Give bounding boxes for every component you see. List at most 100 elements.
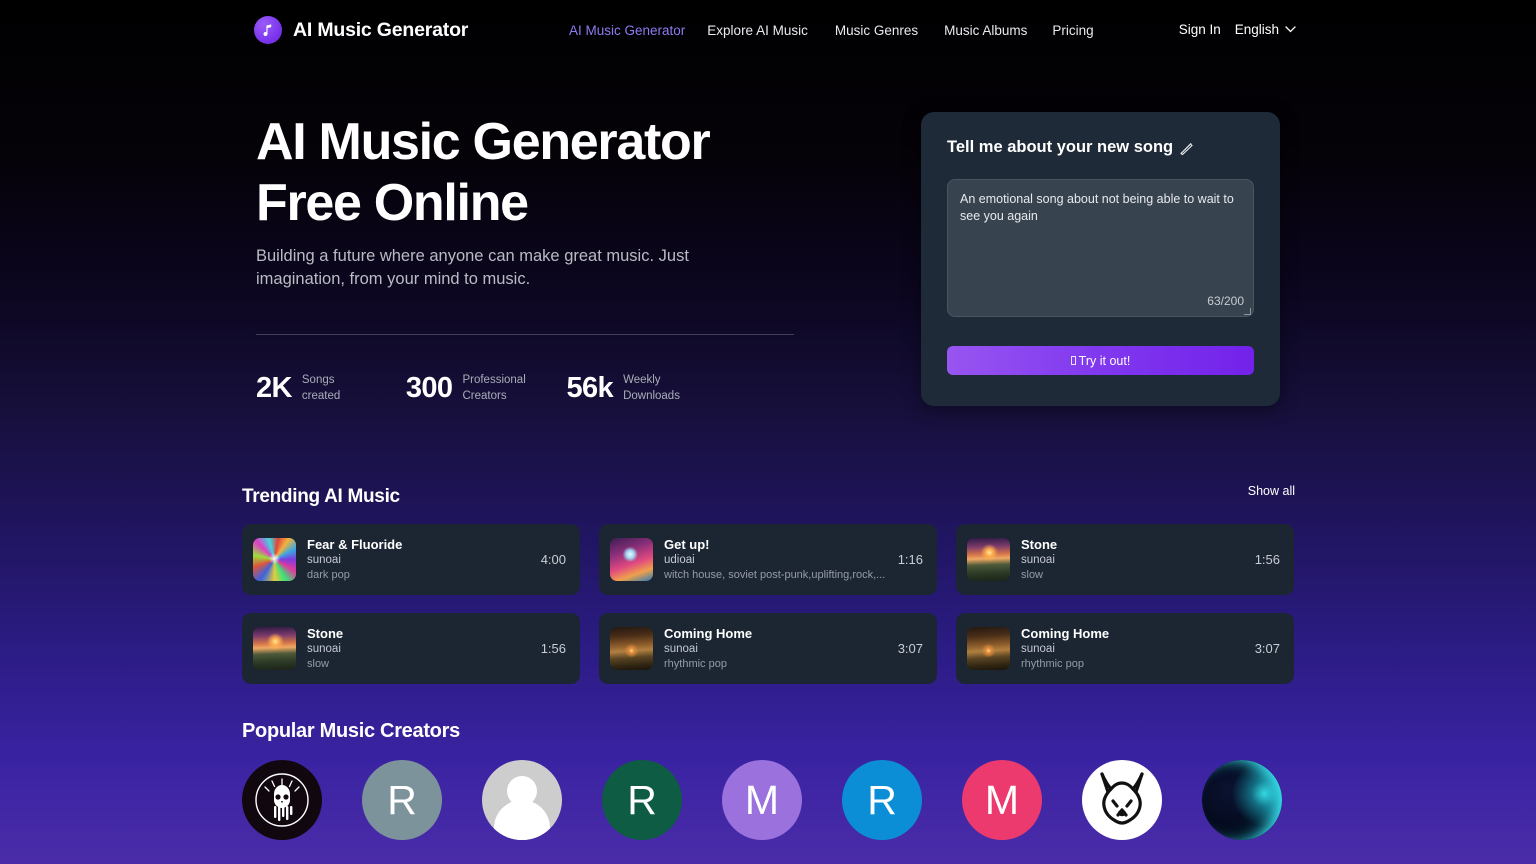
track-artist: udioai	[664, 554, 695, 566]
avatar-letter-r-grey[interactable]: R	[362, 760, 442, 840]
track-artist: sunoai	[1021, 554, 1055, 566]
avatar-initial: M	[984, 776, 1020, 823]
stat-songs-created: 2K Songs created	[256, 372, 376, 404]
stat-value: 56k	[566, 372, 614, 404]
album-art	[253, 627, 296, 670]
hero-title-line-1: AI Music Generator	[256, 113, 711, 171]
track-meta: Get up! udioai witch house, soviet post-…	[664, 536, 888, 583]
track-card[interactable]: Coming Home sunoai rhythmic pop 3:07	[599, 613, 937, 684]
track-duration: 4:00	[540, 552, 566, 567]
crescent-moon-icon	[1202, 760, 1282, 840]
avatar-person-placeholder[interactable]	[482, 760, 562, 840]
person-icon-body	[494, 800, 550, 840]
prompt-card-heading: Tell me about your new song	[947, 138, 1194, 157]
track-artist: sunoai	[307, 643, 341, 655]
page-root: AI Music Generator AI Music Generator Ex…	[0, 0, 1536, 864]
track-meta: Stone sunoai slow	[307, 625, 531, 672]
track-title: Fear & Fluoride	[307, 537, 403, 552]
album-art	[610, 627, 653, 670]
nav-link-music-albums[interactable]: Music Albums	[944, 22, 1027, 39]
hero-subtitle: Building a future where anyone can make …	[256, 247, 689, 288]
brand-name: AI Music Generator	[293, 18, 469, 41]
stat-professional-creators: 300 Professional Creators	[406, 372, 537, 404]
track-meta: Coming Home sunoai rhythmic pop	[664, 625, 888, 672]
track-genre: dark pop	[307, 569, 350, 581]
track-card[interactable]: Stone sunoai slow 1:56	[242, 613, 580, 684]
track-artist: sunoai	[664, 643, 698, 655]
language-label: English	[1234, 22, 1279, 37]
track-duration: 3:07	[1254, 641, 1280, 656]
stat-value: 300	[405, 372, 453, 404]
nav-link-ai-music-generator[interactable]: AI Music Generator	[569, 22, 685, 39]
page-title: AI Music Generator Free Online	[256, 112, 956, 234]
track-duration: 3:07	[897, 641, 923, 656]
avatar-initial: R	[627, 776, 657, 823]
avatar-initial: M	[744, 776, 780, 823]
track-card[interactable]: Get up! udioai witch house, soviet post-…	[599, 524, 937, 595]
creators-avatar-row: R R M R M	[242, 760, 1282, 840]
album-art	[610, 538, 653, 581]
track-title: Coming Home	[1021, 626, 1110, 641]
track-title: Stone	[307, 626, 344, 641]
album-art	[967, 538, 1010, 581]
brand-logo[interactable]: AI Music Generator	[254, 16, 468, 44]
nav-link-music-genres[interactable]: Music Genres	[835, 22, 918, 39]
stat-label: Songs created	[301, 374, 341, 402]
avatar-letter-r-green[interactable]: R	[602, 760, 682, 840]
track-duration: 1:16	[897, 552, 923, 567]
track-title: Get up!	[664, 537, 710, 552]
wolf-icon	[1100, 772, 1144, 825]
track-card[interactable]: Coming Home sunoai rhythmic pop 3:07	[956, 613, 1294, 684]
creators-section-title: Popular Music Creators	[242, 720, 460, 742]
avatar-skull[interactable]	[242, 760, 322, 840]
stat-weekly-downloads: 56k Weekly Downloads	[566, 372, 697, 404]
track-meta: Stone sunoai slow	[1021, 536, 1245, 583]
prompt-card-heading-text: Tell me about your new song	[947, 138, 1174, 156]
pencil-icon	[1180, 143, 1193, 156]
sign-in-button[interactable]: Sign In	[1179, 22, 1221, 37]
try-it-out-button[interactable]: Try it out!	[947, 346, 1254, 375]
stat-value: 2K	[256, 372, 292, 404]
textarea-resize-handle[interactable]	[1244, 308, 1251, 315]
skull-icon	[255, 773, 309, 827]
track-genre: slow	[307, 658, 330, 670]
avatar-initial: R	[867, 776, 897, 823]
hero-stats: 2K Songs created 300 Professional Creato…	[256, 372, 697, 404]
track-duration: 1:56	[1254, 552, 1280, 567]
trending-section-title: Trending AI Music	[242, 486, 400, 507]
track-genre: slow	[1021, 569, 1044, 581]
track-genre: rhythmic pop	[664, 658, 727, 670]
nav-right-controls: Sign In English	[1179, 22, 1296, 37]
nav-links: AI Music Generator Explore AI Music Musi…	[569, 22, 1094, 39]
track-card[interactable]: Stone sunoai slow 1:56	[956, 524, 1294, 595]
track-title: Coming Home	[664, 626, 753, 641]
avatar-letter-m-pink[interactable]: M	[962, 760, 1042, 840]
hero-divider	[256, 334, 794, 335]
show-all-link[interactable]: Show all	[1248, 484, 1295, 498]
language-selector[interactable]: English	[1235, 22, 1296, 37]
track-artist: sunoai	[1021, 643, 1055, 655]
nav-link-pricing[interactable]: Pricing	[1052, 22, 1093, 39]
track-card[interactable]: Fear & Fluoride sunoai dark pop 4:00	[242, 524, 580, 595]
stat-label: Professional Creators	[462, 374, 526, 402]
track-meta: Fear & Fluoride sunoai dark pop	[307, 536, 531, 583]
try-it-out-label: Try it out!	[1078, 353, 1131, 368]
avatar-letter-r-blue[interactable]: R	[842, 760, 922, 840]
track-duration: 1:56	[540, 641, 566, 656]
top-navigation-bar: AI Music Generator AI Music Generator Ex…	[0, 0, 1536, 60]
hero-title-line-2: Free Online	[256, 174, 529, 232]
track-meta: Coming Home sunoai rhythmic pop	[1021, 625, 1245, 672]
avatar-letter-m-purple[interactable]: M	[722, 760, 802, 840]
track-genre: rhythmic pop	[1021, 658, 1084, 670]
track-title: Stone	[1021, 537, 1058, 552]
stat-label: Weekly Downloads	[623, 374, 680, 402]
track-genre: witch house, soviet post-punk,uplifting,…	[664, 569, 886, 581]
avatar-initial: R	[387, 776, 417, 823]
nav-link-explore-ai-music[interactable]: Explore AI Music	[707, 22, 808, 39]
song-prompt-card: Tell me about your new song 63/200 Try i…	[921, 112, 1280, 406]
avatar-moon[interactable]	[1202, 760, 1282, 840]
music-note-icon	[254, 16, 282, 44]
album-art	[253, 538, 296, 581]
avatar-wolf[interactable]	[1082, 760, 1162, 840]
character-counter: 63/200	[1207, 294, 1244, 308]
